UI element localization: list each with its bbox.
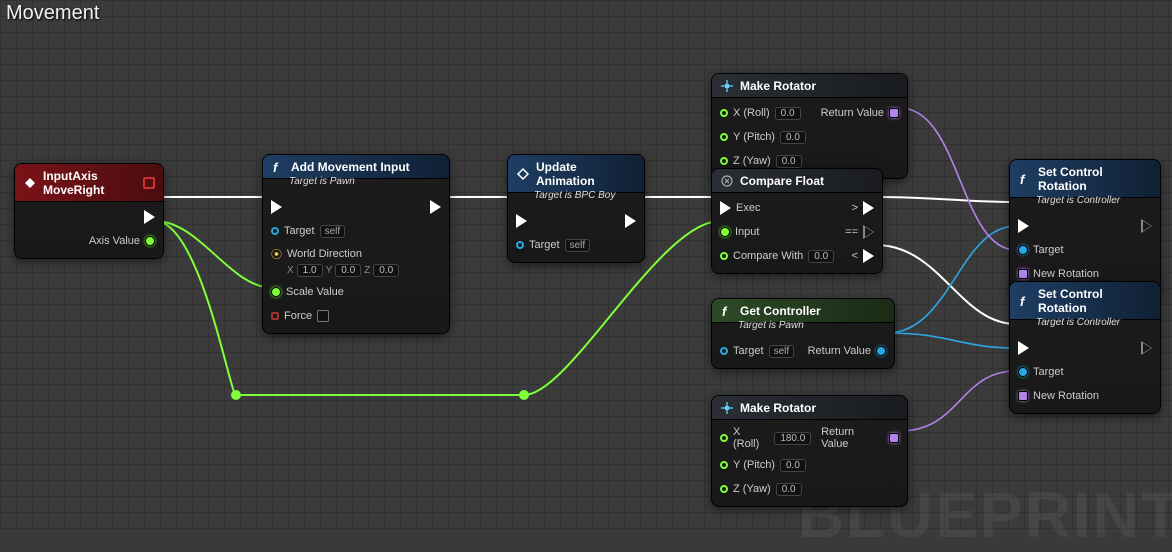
node-title: Set Control Rotation: [1038, 287, 1152, 315]
exec-out[interactable]: [1141, 217, 1152, 235]
function-icon: f: [1018, 294, 1032, 308]
canvas-grid[interactable]: [0, 0, 1172, 532]
exec-in[interactable]: [271, 198, 399, 216]
delegate-pin[interactable]: [143, 177, 155, 189]
node-subtitle: Target is Pawn: [263, 176, 449, 192]
pin-target[interactable]: Target: [1018, 241, 1099, 259]
pin-z-yaw[interactable]: Z (Yaw)0.0: [720, 480, 811, 498]
node-set-control-rotation-top[interactable]: f Set Control Rotation Target is Control…: [1009, 159, 1161, 292]
node-title: Set Control Rotation: [1038, 165, 1152, 193]
node-header: Make Rotator: [712, 74, 907, 98]
svg-text:f: f: [722, 304, 728, 318]
node-subtitle: Target is Controller: [1010, 195, 1160, 211]
exec-out[interactable]: [1141, 339, 1152, 357]
node-title: Add Movement Input: [291, 160, 410, 174]
pin-target[interactable]: Target: [1018, 363, 1099, 381]
function-icon: f: [1018, 172, 1032, 186]
node-inputaxis-moveright[interactable]: InputAxis MoveRight Axis Value: [14, 163, 164, 259]
node-header: Compare Float: [712, 169, 882, 193]
exec-out[interactable]: [144, 208, 155, 226]
exec-out-lt[interactable]: <: [852, 247, 874, 265]
node-header: Make Rotator: [712, 396, 907, 420]
node-title: InputAxis MoveRight: [43, 169, 137, 197]
node-header: f Set Control Rotation: [1010, 282, 1160, 320]
svg-text:f: f: [1020, 294, 1026, 308]
pin-scale-value[interactable]: Scale Value: [271, 283, 399, 301]
make-struct-icon: [720, 401, 734, 415]
node-update-animation[interactable]: Update Animation Target is BPC Boy Targe…: [507, 154, 645, 263]
pin-target[interactable]: Target self: [271, 222, 399, 240]
pin-new-rotation[interactable]: New Rotation: [1018, 387, 1099, 405]
function-icon: f: [271, 160, 285, 174]
node-header: InputAxis MoveRight: [15, 164, 163, 202]
pin-return-value[interactable]: Return Value: [821, 104, 899, 122]
node-subtitle: Target is BPC Boy: [508, 190, 644, 206]
node-set-control-rotation-bottom[interactable]: f Set Control Rotation Target is Control…: [1009, 281, 1161, 414]
exec-in[interactable]: [1018, 339, 1099, 357]
exec-out-eq[interactable]: ==: [845, 223, 874, 241]
svg-text:f: f: [273, 160, 279, 174]
pin-input[interactable]: Input: [720, 223, 834, 241]
pin-target[interactable]: Target self: [516, 236, 590, 254]
event-icon: [23, 176, 37, 190]
exec-in[interactable]: Exec: [720, 199, 834, 217]
make-struct-icon: [720, 79, 734, 93]
function-icon: f: [720, 304, 734, 318]
node-make-rotator-top[interactable]: Make Rotator X (Roll)0.0 Y (Pitch)0.0 Z …: [711, 73, 908, 179]
exec-in[interactable]: [516, 212, 590, 230]
pin-world-direction[interactable]: ⦿ World Direction X1.0 Y0.0 Z0.0: [271, 246, 399, 277]
macro-icon: [720, 174, 734, 188]
node-make-rotator-bottom[interactable]: Make Rotator X (Roll)180.0 Y (Pitch)0.0 …: [711, 395, 908, 507]
node-subtitle: Target is Pawn: [712, 320, 894, 336]
node-compare-float[interactable]: Compare Float Exec Input Compare With0.0…: [711, 168, 883, 274]
exec-in[interactable]: [1018, 217, 1099, 235]
svg-text:f: f: [1020, 172, 1026, 186]
pin-force[interactable]: Force: [271, 307, 399, 325]
node-header: Update Animation: [508, 155, 644, 193]
node-header: f Set Control Rotation: [1010, 160, 1160, 198]
node-subtitle: Target is Controller: [1010, 317, 1160, 333]
node-title: Get Controller: [740, 304, 821, 318]
pin-compare-with[interactable]: Compare With0.0: [720, 247, 834, 265]
exec-out-gt[interactable]: >: [852, 199, 874, 217]
node-title: Compare Float: [740, 174, 824, 188]
node-title: Update Animation: [536, 160, 636, 188]
force-checkbox[interactable]: [317, 310, 329, 322]
pin-x-roll[interactable]: X (Roll)0.0: [720, 104, 806, 122]
pin-y-pitch[interactable]: Y (Pitch)0.0: [720, 456, 811, 474]
pin-axis-value[interactable]: Axis Value: [89, 232, 155, 250]
pin-return-value[interactable]: Return Value: [808, 342, 886, 360]
node-title: Make Rotator: [740, 79, 816, 93]
graph-title: Movement: [6, 2, 99, 25]
pin-return-value[interactable]: Return Value: [821, 426, 899, 450]
node-add-movement-input[interactable]: f Add Movement Input Target is Pawn Targ…: [262, 154, 450, 334]
exec-out[interactable]: [625, 212, 636, 230]
exec-out[interactable]: [430, 198, 441, 216]
node-title: Make Rotator: [740, 401, 816, 415]
event-call-icon: [516, 167, 530, 181]
pin-target[interactable]: Targetself: [720, 342, 794, 360]
pin-x-roll[interactable]: X (Roll)180.0: [720, 426, 811, 450]
node-get-controller[interactable]: f Get Controller Target is Pawn Targetse…: [711, 298, 895, 369]
pin-y-pitch[interactable]: Y (Pitch)0.0: [720, 128, 806, 146]
